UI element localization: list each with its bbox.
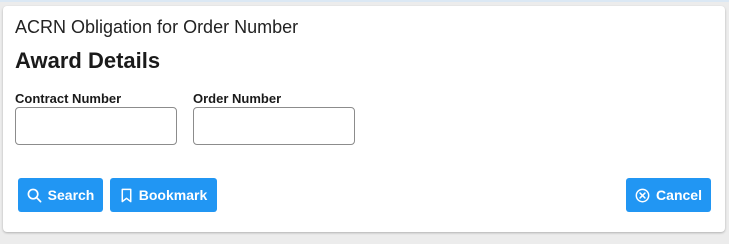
contract-number-input[interactable] <box>15 107 177 145</box>
contract-number-label: Contract Number <box>15 91 122 106</box>
cancel-circle-icon <box>635 188 650 203</box>
search-button-label: Search <box>47 187 95 203</box>
cancel-button[interactable]: Cancel <box>626 178 711 212</box>
cancel-button-label: Cancel <box>656 187 702 203</box>
search-icon <box>27 188 42 203</box>
bookmark-button-label: Bookmark <box>138 187 208 203</box>
order-number-label: Order Number <box>193 91 282 106</box>
top-accent-strip <box>0 0 729 2</box>
award-details-card: ACRN Obligation for Order Number Award D… <box>3 6 725 232</box>
order-number-input[interactable] <box>193 107 355 145</box>
bookmark-icon <box>120 188 133 203</box>
search-button[interactable]: Search <box>18 178 103 212</box>
page-subtitle: ACRN Obligation for Order Number <box>15 17 299 37</box>
bookmark-button[interactable]: Bookmark <box>110 178 217 212</box>
page-title: Award Details <box>15 48 161 73</box>
